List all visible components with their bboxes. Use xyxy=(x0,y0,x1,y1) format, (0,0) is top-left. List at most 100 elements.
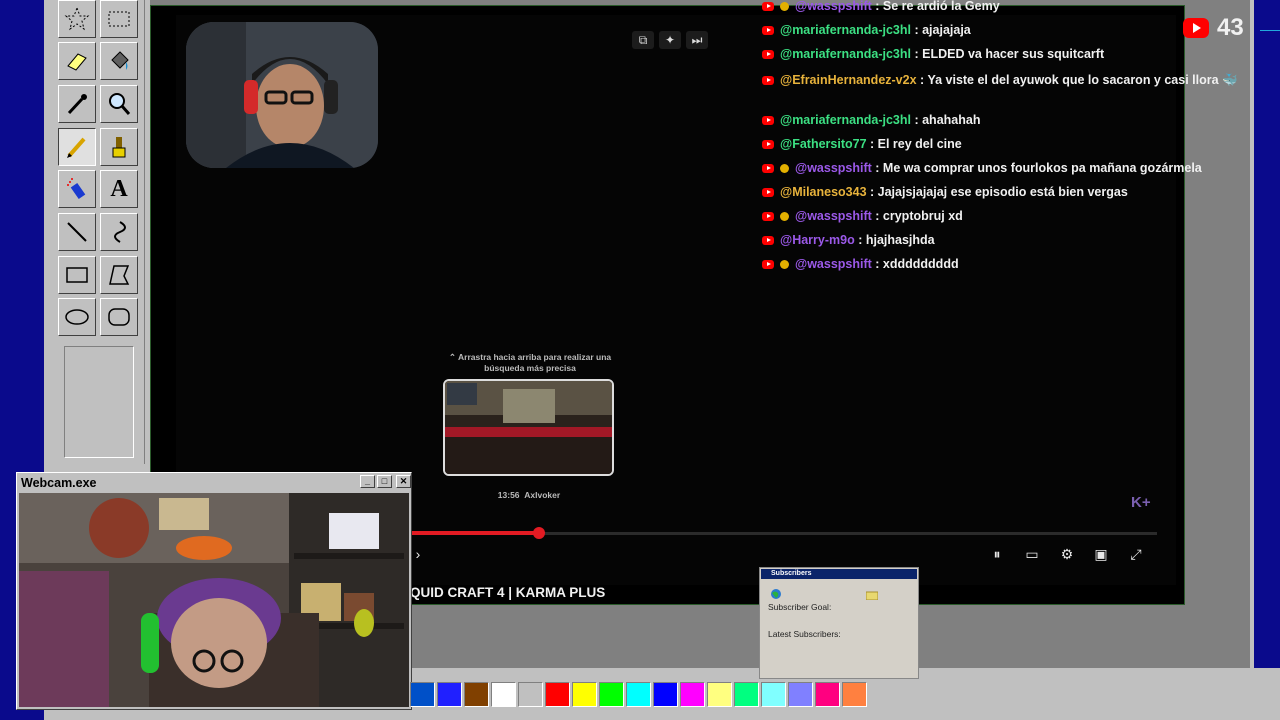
chat-text: : El rey del cine xyxy=(870,137,962,151)
seek-preview-thumbnail xyxy=(443,379,614,476)
webcam-scene-icon xyxy=(19,493,409,707)
streamer-camera-overlay xyxy=(186,22,378,168)
palette-swatch[interactable] xyxy=(437,682,462,707)
magnifier-icon xyxy=(109,93,131,115)
chat-message: @Fathersito77 : El rey del cine xyxy=(762,137,1242,151)
webcam-feed xyxy=(19,493,409,707)
chat-username[interactable]: @Harry-m9o xyxy=(780,233,855,247)
eraser-tool[interactable] xyxy=(58,42,96,80)
palette-swatch[interactable] xyxy=(464,682,489,707)
maximize-button[interactable]: □ xyxy=(377,475,392,488)
palette-swatch[interactable] xyxy=(815,682,840,707)
palette-swatch[interactable] xyxy=(842,682,867,707)
chat-message: @wasspshift : cryptobruj xd xyxy=(762,209,1242,223)
preview-chapter: Axlvoker xyxy=(524,490,561,500)
youtube-badge-icon xyxy=(762,164,774,174)
curve-tool[interactable] xyxy=(100,213,138,251)
chat-message: @Milaneso343 : Jajajsjajajaj ese episodi… xyxy=(762,185,1242,199)
chat-username[interactable]: @Fathersito77 xyxy=(780,137,867,151)
progress-played[interactable] xyxy=(412,531,539,535)
rect-select-tool[interactable] xyxy=(100,0,138,38)
palette-swatch[interactable] xyxy=(653,682,678,707)
palette-swatch[interactable] xyxy=(626,682,651,707)
webcam-window[interactable]: Webcam.exe _ □ ✕ xyxy=(16,472,412,710)
palette-swatch[interactable] xyxy=(572,682,597,707)
chat-username[interactable]: @wasspshift xyxy=(795,161,872,175)
palette-swatch[interactable] xyxy=(680,682,705,707)
youtube-badge-icon xyxy=(762,236,774,246)
sparkle-icon[interactable]: ✦ xyxy=(659,31,681,49)
chat-username[interactable]: @wasspshift xyxy=(795,209,872,223)
chat-username[interactable]: @wasspshift xyxy=(795,257,872,271)
palette-swatch[interactable] xyxy=(410,682,435,707)
curve-icon xyxy=(114,221,126,243)
seek-hint-text: ⌃ Arrastra hacia arriba para realizar un… xyxy=(448,352,612,373)
palette-swatch[interactable] xyxy=(545,682,570,707)
palette-swatch[interactable] xyxy=(761,682,786,707)
chat-text: : Se re ardió la Gemy xyxy=(875,0,1000,13)
skip-next-icon[interactable]: ⏭ xyxy=(686,31,708,49)
palette-swatch[interactable] xyxy=(518,682,543,707)
chat-username[interactable]: @mariafernanda-jc3hl xyxy=(780,47,911,61)
viewer-counter: 43 xyxy=(1183,14,1244,42)
youtube-badge-icon xyxy=(762,50,774,60)
chat-message: @mariafernanda-jc3hl : ahahahah xyxy=(762,113,1242,127)
subscribers-title[interactable]: Subscribers xyxy=(761,569,917,579)
chat-username[interactable]: @mariafernanda-jc3hl xyxy=(780,23,911,37)
youtube-badge-icon xyxy=(762,188,774,198)
chat-text: : Ya viste el del ayuwok que lo sacaron … xyxy=(920,73,1238,87)
palette-swatch[interactable] xyxy=(599,682,624,707)
free-select-tool[interactable] xyxy=(58,0,96,38)
ellipse-tool[interactable] xyxy=(58,298,96,336)
rectangle-tool[interactable] xyxy=(58,256,96,294)
youtube-badge-icon xyxy=(762,26,774,36)
pencil-icon xyxy=(67,137,86,158)
theater-mode-icon[interactable]: ▣ xyxy=(1091,546,1111,562)
progress-scrubber[interactable] xyxy=(533,527,545,539)
rect-select-icon xyxy=(108,11,130,27)
folder-icon xyxy=(866,591,878,600)
palette-swatch[interactable] xyxy=(491,682,516,707)
minimize-button[interactable]: _ xyxy=(360,475,375,488)
airbrush-icon xyxy=(67,178,86,200)
palette-swatch[interactable] xyxy=(707,682,732,707)
subtitles-icon[interactable]: ▭ xyxy=(1022,546,1042,562)
pencil-tool[interactable] xyxy=(58,128,96,166)
copy-icon[interactable]: ⧉ xyxy=(632,31,654,49)
chat-text: : hjajhasjhda xyxy=(858,233,935,247)
eyedropper-tool[interactable] xyxy=(58,85,96,123)
chat-username[interactable]: @Milaneso343 xyxy=(780,185,867,199)
line-icon xyxy=(67,222,87,242)
tool-options-panel[interactable] xyxy=(64,346,134,458)
chat-text: : xddddddddd xyxy=(875,257,959,271)
chat-message: @wasspshift : xddddddddd xyxy=(762,257,1242,271)
chat-text: : Jajajsjajajaj ese episodio está bien v… xyxy=(870,185,1128,199)
subscribers-window[interactable]: Subscribers Subscriber Goal: Latest Subs… xyxy=(759,567,919,679)
close-button[interactable]: ✕ xyxy=(396,475,411,488)
palette-swatch[interactable] xyxy=(734,682,759,707)
fill-tool[interactable] xyxy=(100,42,138,80)
chat-username[interactable]: @wasspshift xyxy=(795,0,872,13)
subscriber-goal-label: Subscriber Goal: xyxy=(768,602,832,612)
polygon-tool[interactable] xyxy=(100,256,138,294)
text-tool[interactable]: A xyxy=(100,170,138,208)
fullscreen-icon[interactable]: ⤢ xyxy=(1126,546,1146,562)
brush-tool[interactable] xyxy=(100,128,138,166)
chat-username[interactable]: @mariafernanda-jc3hl xyxy=(780,113,911,127)
line-tool[interactable] xyxy=(58,213,96,251)
autoplay-toggle-icon[interactable]: ⏸ xyxy=(987,546,1007,562)
settings-gear-icon[interactable]: ⚙ xyxy=(1057,546,1077,562)
chat-message: @Harry-m9o : hjajhasjhda xyxy=(762,233,1242,247)
palette-swatch[interactable] xyxy=(788,682,813,707)
rounded-rect-tool[interactable] xyxy=(100,298,138,336)
chat-username[interactable]: @EfrainHernandez-v2x xyxy=(780,73,917,87)
webcam-window-title[interactable]: Webcam.exe xyxy=(19,475,409,491)
airbrush-tool[interactable] xyxy=(58,170,96,208)
chat-message: @EfrainHernandez-v2x : Ya viste el del a… xyxy=(762,71,1240,89)
member-badge-icon xyxy=(780,2,789,12)
chat-text: : ahahahah xyxy=(914,113,981,127)
polygon-icon xyxy=(109,265,130,285)
latest-subscribers-label: Latest Subscribers: xyxy=(768,629,841,639)
magnifier-tool[interactable] xyxy=(100,85,138,123)
viewer-count: 43 xyxy=(1217,14,1244,41)
